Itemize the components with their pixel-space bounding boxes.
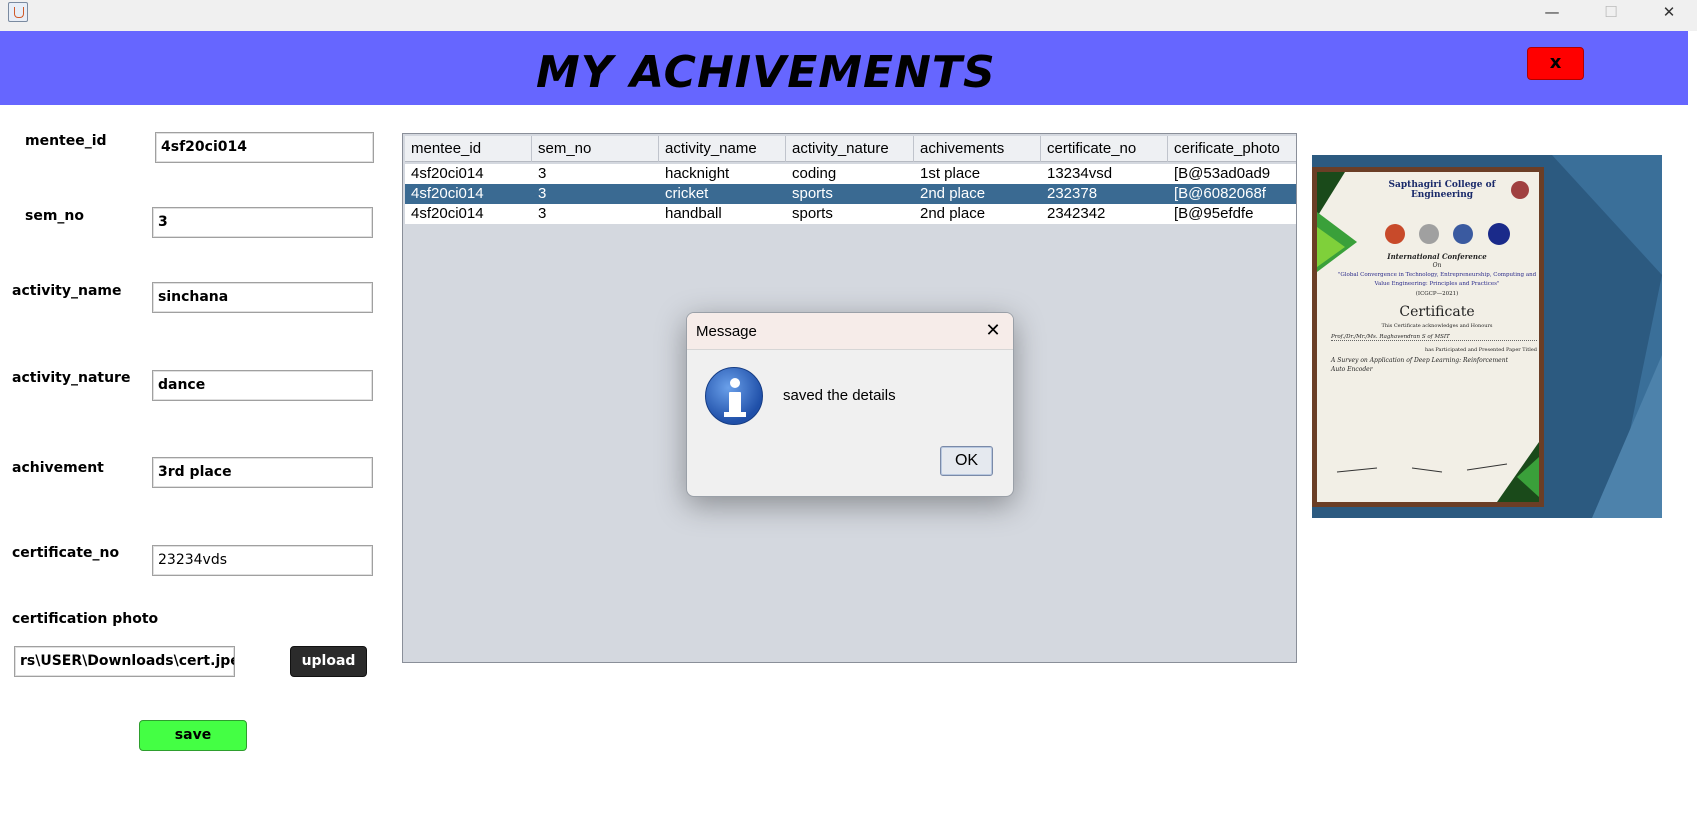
upload-button[interactable]: upload <box>290 646 367 677</box>
table-cell: sports <box>792 205 833 222</box>
column-header[interactable]: activity_nature <box>786 136 914 162</box>
column-header[interactable]: activity_name <box>659 136 786 162</box>
maximize-icon[interactable]: ☐ <box>1583 0 1639 24</box>
activity-name-field[interactable]: sinchana <box>152 282 373 313</box>
page-title: MY ACHIVEMENTS <box>536 47 996 98</box>
certificate-no-label: certificate_no <box>12 545 120 561</box>
certificate-no-field[interactable]: 23234vds <box>152 545 373 576</box>
certificate-photo: Sapthagiri College of Engineering Intern… <box>1312 155 1662 518</box>
table-cell: 232378 <box>1047 185 1098 202</box>
certificate-theme: "Global Convergence in Technology, Entre… <box>1337 272 1537 287</box>
certificate-line1: This Certificate acknowledges and Honour… <box>1381 323 1493 329</box>
activity-name-label: activity_name <box>12 283 122 299</box>
column-header[interactable]: sem_no <box>532 136 659 162</box>
certificate-frame: Sapthagiri College of Engineering Intern… <box>1312 167 1544 507</box>
table-cell: 1st place <box>920 165 981 182</box>
column-header[interactable]: cerificate_photo <box>1168 136 1296 162</box>
dialog-title: Message <box>696 323 757 340</box>
certificate-paper-title: A Survey on Application of Deep Learning… <box>1331 357 1508 373</box>
close-button[interactable]: x <box>1527 47 1584 80</box>
table-header: mentee_id sem_no activity_name activity_… <box>405 136 1296 162</box>
dialog-close-icon[interactable]: ✕ <box>983 321 1003 341</box>
table-cell: 2nd place <box>920 205 986 222</box>
column-header[interactable]: certificate_no <box>1041 136 1168 162</box>
table-cell: handball <box>665 205 722 222</box>
message-dialog: Message ✕ saved the details OK <box>686 312 1014 497</box>
mentee-id-field[interactable]: 4sf20ci014 <box>155 132 374 163</box>
achivement-label: achivement <box>12 460 104 476</box>
sem-no-field[interactable]: 3 <box>152 207 373 238</box>
certificate-code: (ICGCP—2021) <box>1415 291 1459 297</box>
certificate-event: International Conference <box>1387 252 1487 261</box>
table-row-selected[interactable]: 4sf20ci014 3 cricket sports 2nd place 23… <box>405 184 1296 204</box>
table-cell: cricket <box>665 185 709 202</box>
table-cell: [B@53ad0ad9 <box>1174 165 1271 182</box>
mentee-id-label: mentee_id <box>25 133 107 149</box>
table-cell: 2nd place <box>920 185 986 202</box>
ok-button[interactable]: OK <box>940 446 993 476</box>
table-cell: 4sf20ci014 <box>411 185 484 202</box>
dialog-titlebar: Message ✕ <box>687 313 1013 350</box>
table-row[interactable]: 4sf20ci014 3 handball sports 2nd place 2… <box>405 204 1296 224</box>
table-cell: sports <box>792 185 833 202</box>
sem-no-label: sem_no <box>25 208 85 224</box>
table-cell: 3 <box>538 165 547 182</box>
certificate-line2: has Participated and Presented Paper Tit… <box>1425 347 1537 353</box>
table-cell: 3 <box>538 185 547 202</box>
certification-photo-label: certification photo <box>12 611 159 627</box>
table-cell: [B@95efdfe <box>1174 205 1254 222</box>
table-cell: 4sf20ci014 <box>411 165 484 182</box>
certificate-college: Sapthagiri College of Engineering <box>1388 180 1496 200</box>
table-cell: 3 <box>538 205 547 222</box>
save-button[interactable]: save <box>139 720 247 751</box>
column-header[interactable]: achivements <box>914 136 1041 162</box>
window-close-icon[interactable]: ✕ <box>1641 0 1697 24</box>
table-cell: hacknight <box>665 165 730 182</box>
table-cell: 2342342 <box>1047 205 1106 222</box>
dialog-message: saved the details <box>783 387 896 404</box>
minimize-icon[interactable]: — <box>1524 0 1580 24</box>
java-app-icon <box>8 2 28 22</box>
table-body: 4sf20ci014 3 hacknight coding 1st place … <box>405 164 1296 224</box>
table-cell: coding <box>792 165 837 182</box>
certificate-heading: Certificate <box>1399 304 1475 320</box>
activity-nature-label: activity_nature <box>12 370 131 386</box>
page-header: MY ACHIVEMENTS <box>0 31 1688 105</box>
certificate-on: On <box>1432 262 1442 269</box>
certificate-name-line: Prof./Dr./Mr./Ms. Raghavendran S of MSIT <box>1331 334 1537 341</box>
table-row[interactable]: 4sf20ci014 3 hacknight coding 1st place … <box>405 164 1296 184</box>
achivement-field[interactable]: 3rd place <box>152 457 373 488</box>
column-header[interactable]: mentee_id <box>405 136 532 162</box>
info-icon <box>705 367 763 425</box>
certificate-paper: Sapthagiri College of Engineering Intern… <box>1317 172 1539 502</box>
table-cell: [B@6082068f <box>1174 185 1266 202</box>
table-cell: 4sf20ci014 <box>411 205 484 222</box>
table-cell: 13234vsd <box>1047 165 1113 182</box>
photo-path-field[interactable]: rs\USER\Downloads\cert.jpeg <box>14 646 235 677</box>
activity-nature-field[interactable]: dance <box>152 370 373 401</box>
window-titlebar: — ☐ ✕ <box>0 0 1697 31</box>
